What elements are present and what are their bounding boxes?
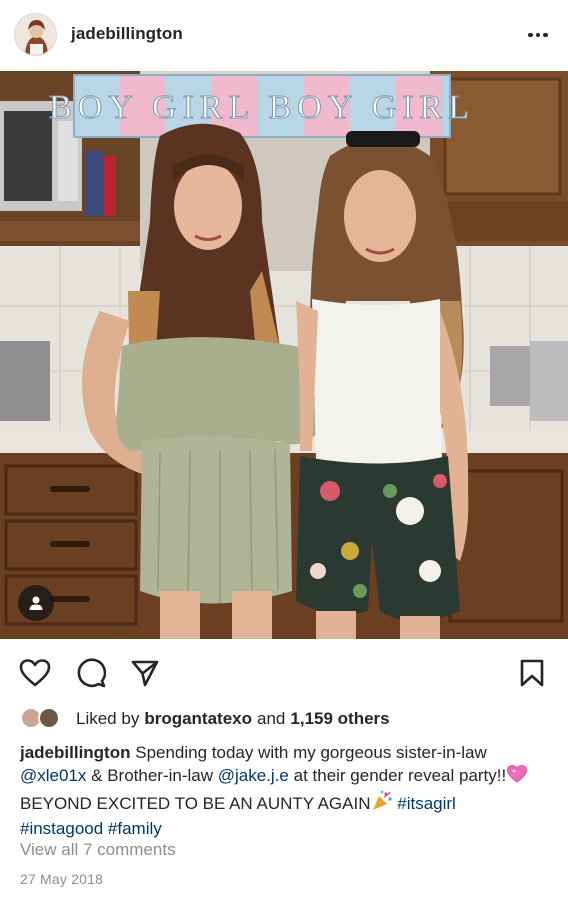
bookmark-icon (520, 659, 544, 687)
person-tag-icon (29, 596, 43, 610)
likes-count-link[interactable]: 1,159 others (290, 709, 389, 729)
hashtag-link[interactable]: #itsagirl (397, 794, 456, 813)
share-button[interactable] (128, 656, 162, 690)
tagged-people-button[interactable] (18, 585, 54, 621)
post-photo[interactable]: BOY GIRL BOY GIRL (0, 71, 568, 639)
post-date: 27 May 2018 (20, 871, 104, 887)
mention-link[interactable]: @jake.j.e (218, 766, 289, 785)
likes-and: and (257, 709, 286, 728)
caption-text: & Brother-in-law (91, 766, 214, 785)
save-button[interactable] (515, 656, 549, 690)
first-liker-link[interactable]: brogantatexo (144, 709, 252, 729)
action-bar (0, 650, 568, 696)
likes-prefix: Liked by (76, 709, 140, 728)
more-options-button[interactable] (526, 25, 550, 45)
caption-text: BEYOND EXCITED TO BE AN AUNTY AGAIN (20, 794, 371, 813)
comment-button[interactable] (74, 656, 108, 690)
liker-avatar (38, 707, 60, 729)
profile-avatar[interactable] (14, 13, 57, 56)
mention-link[interactable]: @xle01x (20, 766, 86, 785)
likes-summary: Liked by brogantatexo and 1,159 others (20, 706, 395, 732)
post-caption: jadebillington Spending today with my go… (20, 742, 540, 840)
comment-icon (77, 658, 106, 688)
more-horizontal-icon (528, 32, 533, 38)
send-icon (131, 660, 159, 687)
heart-icon (19, 659, 51, 687)
caption-text: at their gender reveal party!! (293, 766, 507, 785)
view-comments-link[interactable]: View all 7 comments (20, 840, 176, 860)
caption-text: Spending today with my gorgeous sister-i… (135, 743, 487, 762)
pink-heart-icon (506, 764, 528, 790)
party-popper-icon (371, 790, 393, 818)
hashtag-link[interactable]: #family (108, 819, 162, 838)
banner-text: BOY GIRL BOY GIRL (49, 89, 475, 126)
like-button[interactable] (18, 656, 52, 690)
hashtag-link[interactable]: #instagood (20, 819, 103, 838)
caption-username[interactable]: jadebillington (20, 743, 131, 762)
liker-avatars[interactable] (20, 706, 66, 732)
post-username[interactable]: jadebillington (71, 24, 183, 44)
post-header: jadebillington (0, 0, 568, 70)
